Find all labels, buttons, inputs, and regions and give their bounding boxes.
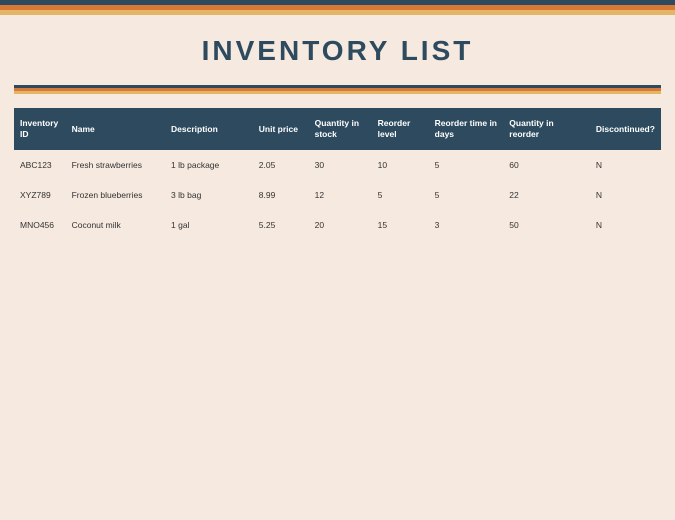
table-body: ABC123 Fresh strawberries 1 lb package 2… <box>14 150 661 240</box>
cell-inventory-id: MNO456 <box>14 210 66 240</box>
cell-qty-stock: 12 <box>309 180 372 210</box>
header-reorder-time: Reorder time in days <box>429 108 504 150</box>
cell-reorder-level: 10 <box>372 150 429 180</box>
cell-inventory-id: ABC123 <box>14 150 66 180</box>
cell-description: 1 lb package <box>165 150 253 180</box>
header-inventory-id: Inventory ID <box>14 108 66 150</box>
cell-reorder-time: 5 <box>429 180 504 210</box>
cell-unit-price: 8.99 <box>253 180 309 210</box>
cell-unit-price: 2.05 <box>253 150 309 180</box>
header-reorder-level: Reorder level <box>372 108 429 150</box>
inventory-table-wrapper: Inventory ID Name Description Unit price… <box>14 108 661 240</box>
cell-name: Fresh strawberries <box>66 150 165 180</box>
header-qty-stock: Quantity in stock <box>309 108 372 150</box>
cell-qty-stock: 30 <box>309 150 372 180</box>
cell-name: Coconut milk <box>66 210 165 240</box>
cell-description: 1 gal <box>165 210 253 240</box>
cell-qty-reorder: 60 <box>503 150 590 180</box>
table-row: ABC123 Fresh strawberries 1 lb package 2… <box>14 150 661 180</box>
header-description: Description <box>165 108 253 150</box>
cell-discontinued: N <box>590 150 661 180</box>
cell-unit-price: 5.25 <box>253 210 309 240</box>
cell-qty-reorder: 50 <box>503 210 590 240</box>
inventory-table: Inventory ID Name Description Unit price… <box>14 108 661 240</box>
cell-discontinued: N <box>590 180 661 210</box>
page-title: INVENTORY LIST <box>0 35 675 67</box>
title-area: INVENTORY LIST <box>0 15 675 85</box>
cell-discontinued: N <box>590 210 661 240</box>
cell-reorder-time: 5 <box>429 150 504 180</box>
header-discontinued: Discontinued? <box>590 108 661 150</box>
header-name: Name <box>66 108 165 150</box>
cell-inventory-id: XYZ789 <box>14 180 66 210</box>
header-unit-price: Unit price <box>253 108 309 150</box>
table-row: MNO456 Coconut milk 1 gal 5.25 20 15 3 5… <box>14 210 661 240</box>
cell-qty-reorder: 22 <box>503 180 590 210</box>
cell-qty-stock: 20 <box>309 210 372 240</box>
cell-reorder-level: 5 <box>372 180 429 210</box>
cell-reorder-time: 3 <box>429 210 504 240</box>
stripe-yellow <box>14 91 661 94</box>
mid-stripe-group <box>14 85 661 94</box>
cell-name: Frozen blueberries <box>66 180 165 210</box>
cell-reorder-level: 15 <box>372 210 429 240</box>
table-row: XYZ789 Frozen blueberries 3 lb bag 8.99 … <box>14 180 661 210</box>
header-qty-reorder: Quantity in reorder <box>503 108 590 150</box>
table-header-row: Inventory ID Name Description Unit price… <box>14 108 661 150</box>
top-stripe-group <box>0 0 675 15</box>
cell-description: 3 lb bag <box>165 180 253 210</box>
